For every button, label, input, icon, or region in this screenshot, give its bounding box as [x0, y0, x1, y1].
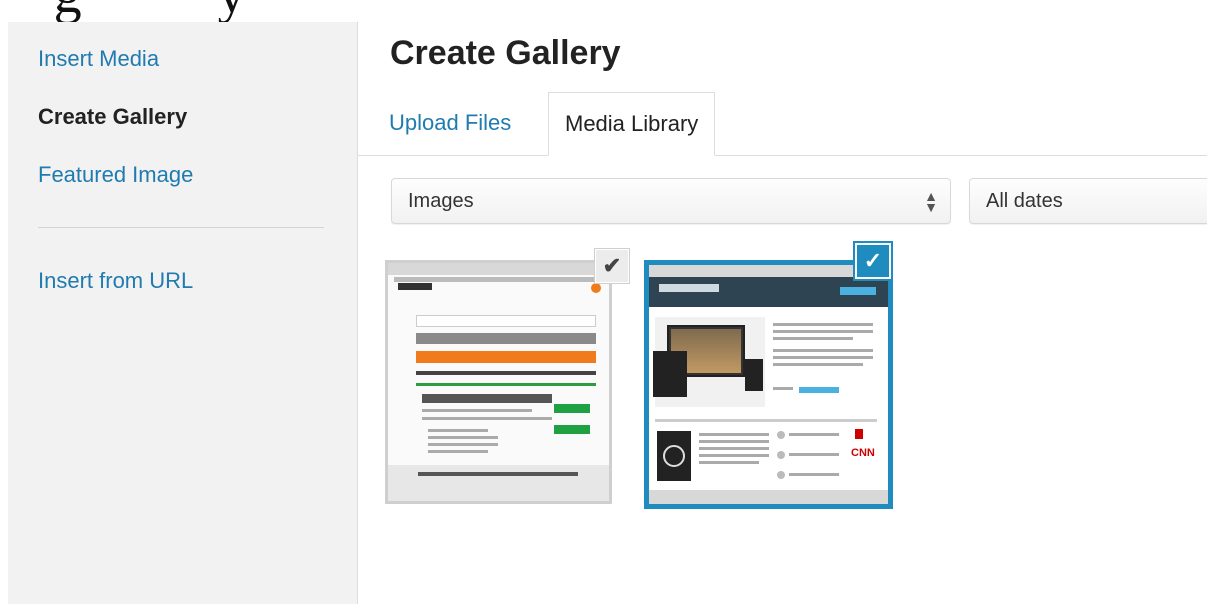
media-type-filter[interactable]: Images ▲ ▼ [391, 178, 951, 224]
cnn-logo-text: CNN [851, 447, 875, 459]
tab-router: Upload Files Media Library [358, 92, 1207, 156]
media-date-filter[interactable]: All dates [969, 178, 1207, 224]
menu-item-insert-from-url[interactable]: Insert from URL [38, 268, 193, 294]
menu-item-insert-media[interactable]: Insert Media [38, 46, 159, 72]
attachments-browser: Images ▲ ▼ All dates ✔ CNN ✓ [358, 156, 1207, 604]
menu-separator [38, 227, 324, 228]
checkmark-icon: ✔ [602, 253, 622, 278]
tab-upload-files[interactable]: Upload Files [373, 92, 527, 156]
media-frame: Create Gallery Upload Files Media Librar… [358, 22, 1207, 604]
media-date-filter-value: All dates [986, 190, 1063, 212]
attachment-thumbnail-2[interactable]: CNN [644, 260, 893, 509]
tab-media-library[interactable]: Media Library [548, 92, 716, 156]
media-type-filter-value: Images [408, 190, 474, 212]
media-menu: Insert Media Create Gallery Featured Ima… [8, 22, 358, 604]
attachment-check-1[interactable]: ✔ [594, 248, 630, 284]
attachment-check-2[interactable]: ✓ [855, 243, 891, 279]
wordpress-site-thumbnail: CNN [649, 265, 888, 504]
menu-item-create-gallery[interactable]: Create Gallery [38, 104, 187, 130]
hosting-page-thumbnail [388, 263, 609, 501]
attachment-thumbnail-1[interactable] [385, 260, 612, 504]
frame-title: Create Gallery [390, 34, 621, 72]
menu-item-featured-image[interactable]: Featured Image [38, 162, 193, 188]
checkmark-icon: ✓ [863, 248, 883, 273]
